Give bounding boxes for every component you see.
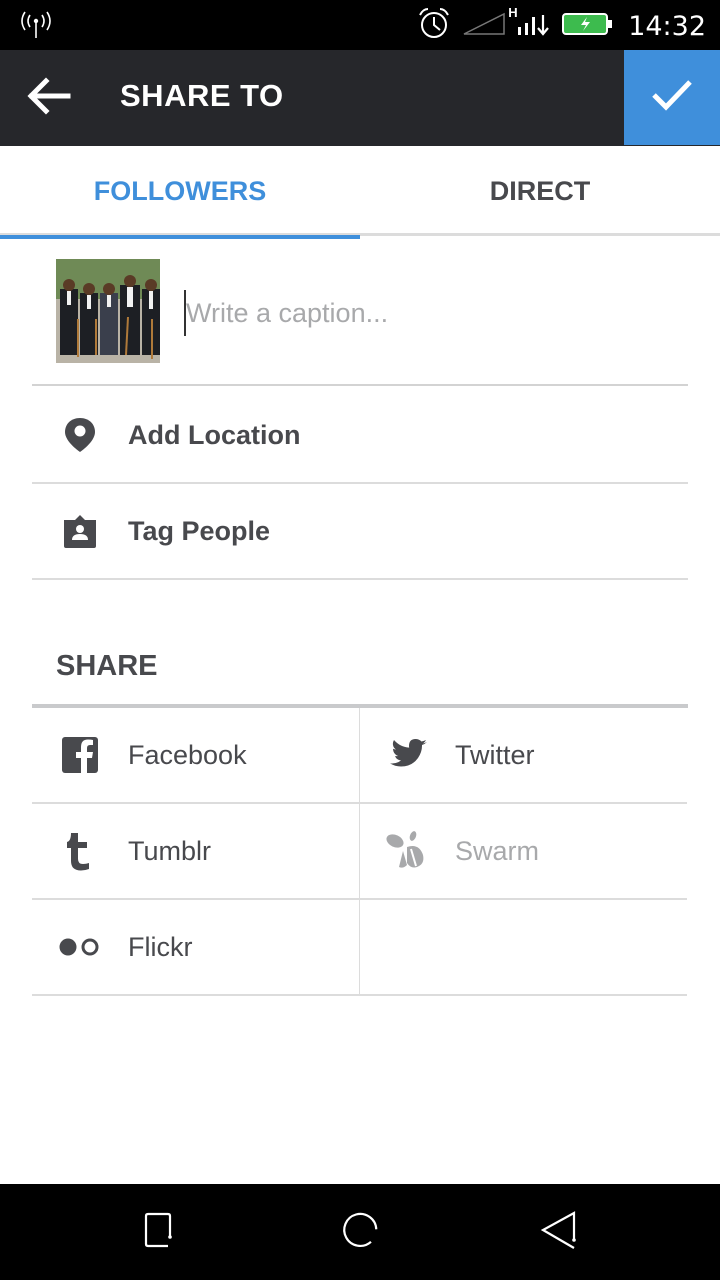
share-twitter[interactable]: Twitter [359,708,687,804]
share-flickr[interactable]: Flickr [32,900,360,996]
share-services-grid: Facebook Twitter Tumblr Swarm Flickr [32,704,688,996]
photo-thumbnail [56,259,160,363]
page-title: SHARE TO [120,78,284,113]
share-section-header: SHARE [56,650,158,682]
swarm-label: Swarm [455,835,540,866]
caption-row [32,238,688,386]
recent-apps-icon [140,1210,180,1255]
home-circle-icon [340,1210,380,1255]
recent-apps-button[interactable] [130,1206,190,1258]
flickr-icon [58,925,102,969]
flickr-label: Flickr [128,931,193,962]
system-nav-bar [0,1184,720,1280]
wireless-hotspot-icon [18,10,54,45]
facebook-label: Facebook [128,739,247,770]
clock: 14:32 [628,10,706,42]
arrow-left-icon [24,76,72,121]
twitter-icon [385,733,429,777]
tab-direct[interactable]: DIRECT [360,146,720,236]
share-swarm[interactable]: Swarm [359,804,687,900]
add-location-row[interactable]: Add Location [32,388,688,484]
location-pin-icon [60,415,100,455]
share-tumblr[interactable]: Tumblr [32,804,360,900]
share-facebook[interactable]: Facebook [32,708,360,804]
app-bar: SHARE TO [0,50,720,146]
battery-charging-icon [562,12,614,41]
status-bar: H 14:32 [0,0,720,50]
signal-empty-icon [462,12,506,41]
signal-icon: H [508,5,552,42]
alarm-icon [416,6,452,47]
home-button[interactable] [330,1206,390,1258]
share-empty-cell [359,900,687,996]
back-button[interactable] [20,74,76,122]
tag-people-label: Tag People [128,515,271,546]
tumblr-label: Tumblr [128,835,212,866]
swarm-icon [385,829,429,873]
facebook-icon [58,733,102,777]
add-location-label: Add Location [128,419,301,450]
tag-people-row[interactable]: Tag People [32,484,688,580]
back-triangle-icon [540,1210,580,1255]
twitter-label: Twitter [455,739,535,770]
tumblr-icon [58,829,102,873]
back-nav-button[interactable] [530,1206,590,1258]
confirm-button[interactable] [624,50,720,145]
tag-person-icon [60,511,100,551]
network-type: H [508,4,518,20]
share-tabs: FOLLOWERS DIRECT [0,146,720,239]
check-icon [650,77,694,118]
tab-followers[interactable]: FOLLOWERS [0,146,360,239]
caption-input[interactable] [184,290,664,336]
